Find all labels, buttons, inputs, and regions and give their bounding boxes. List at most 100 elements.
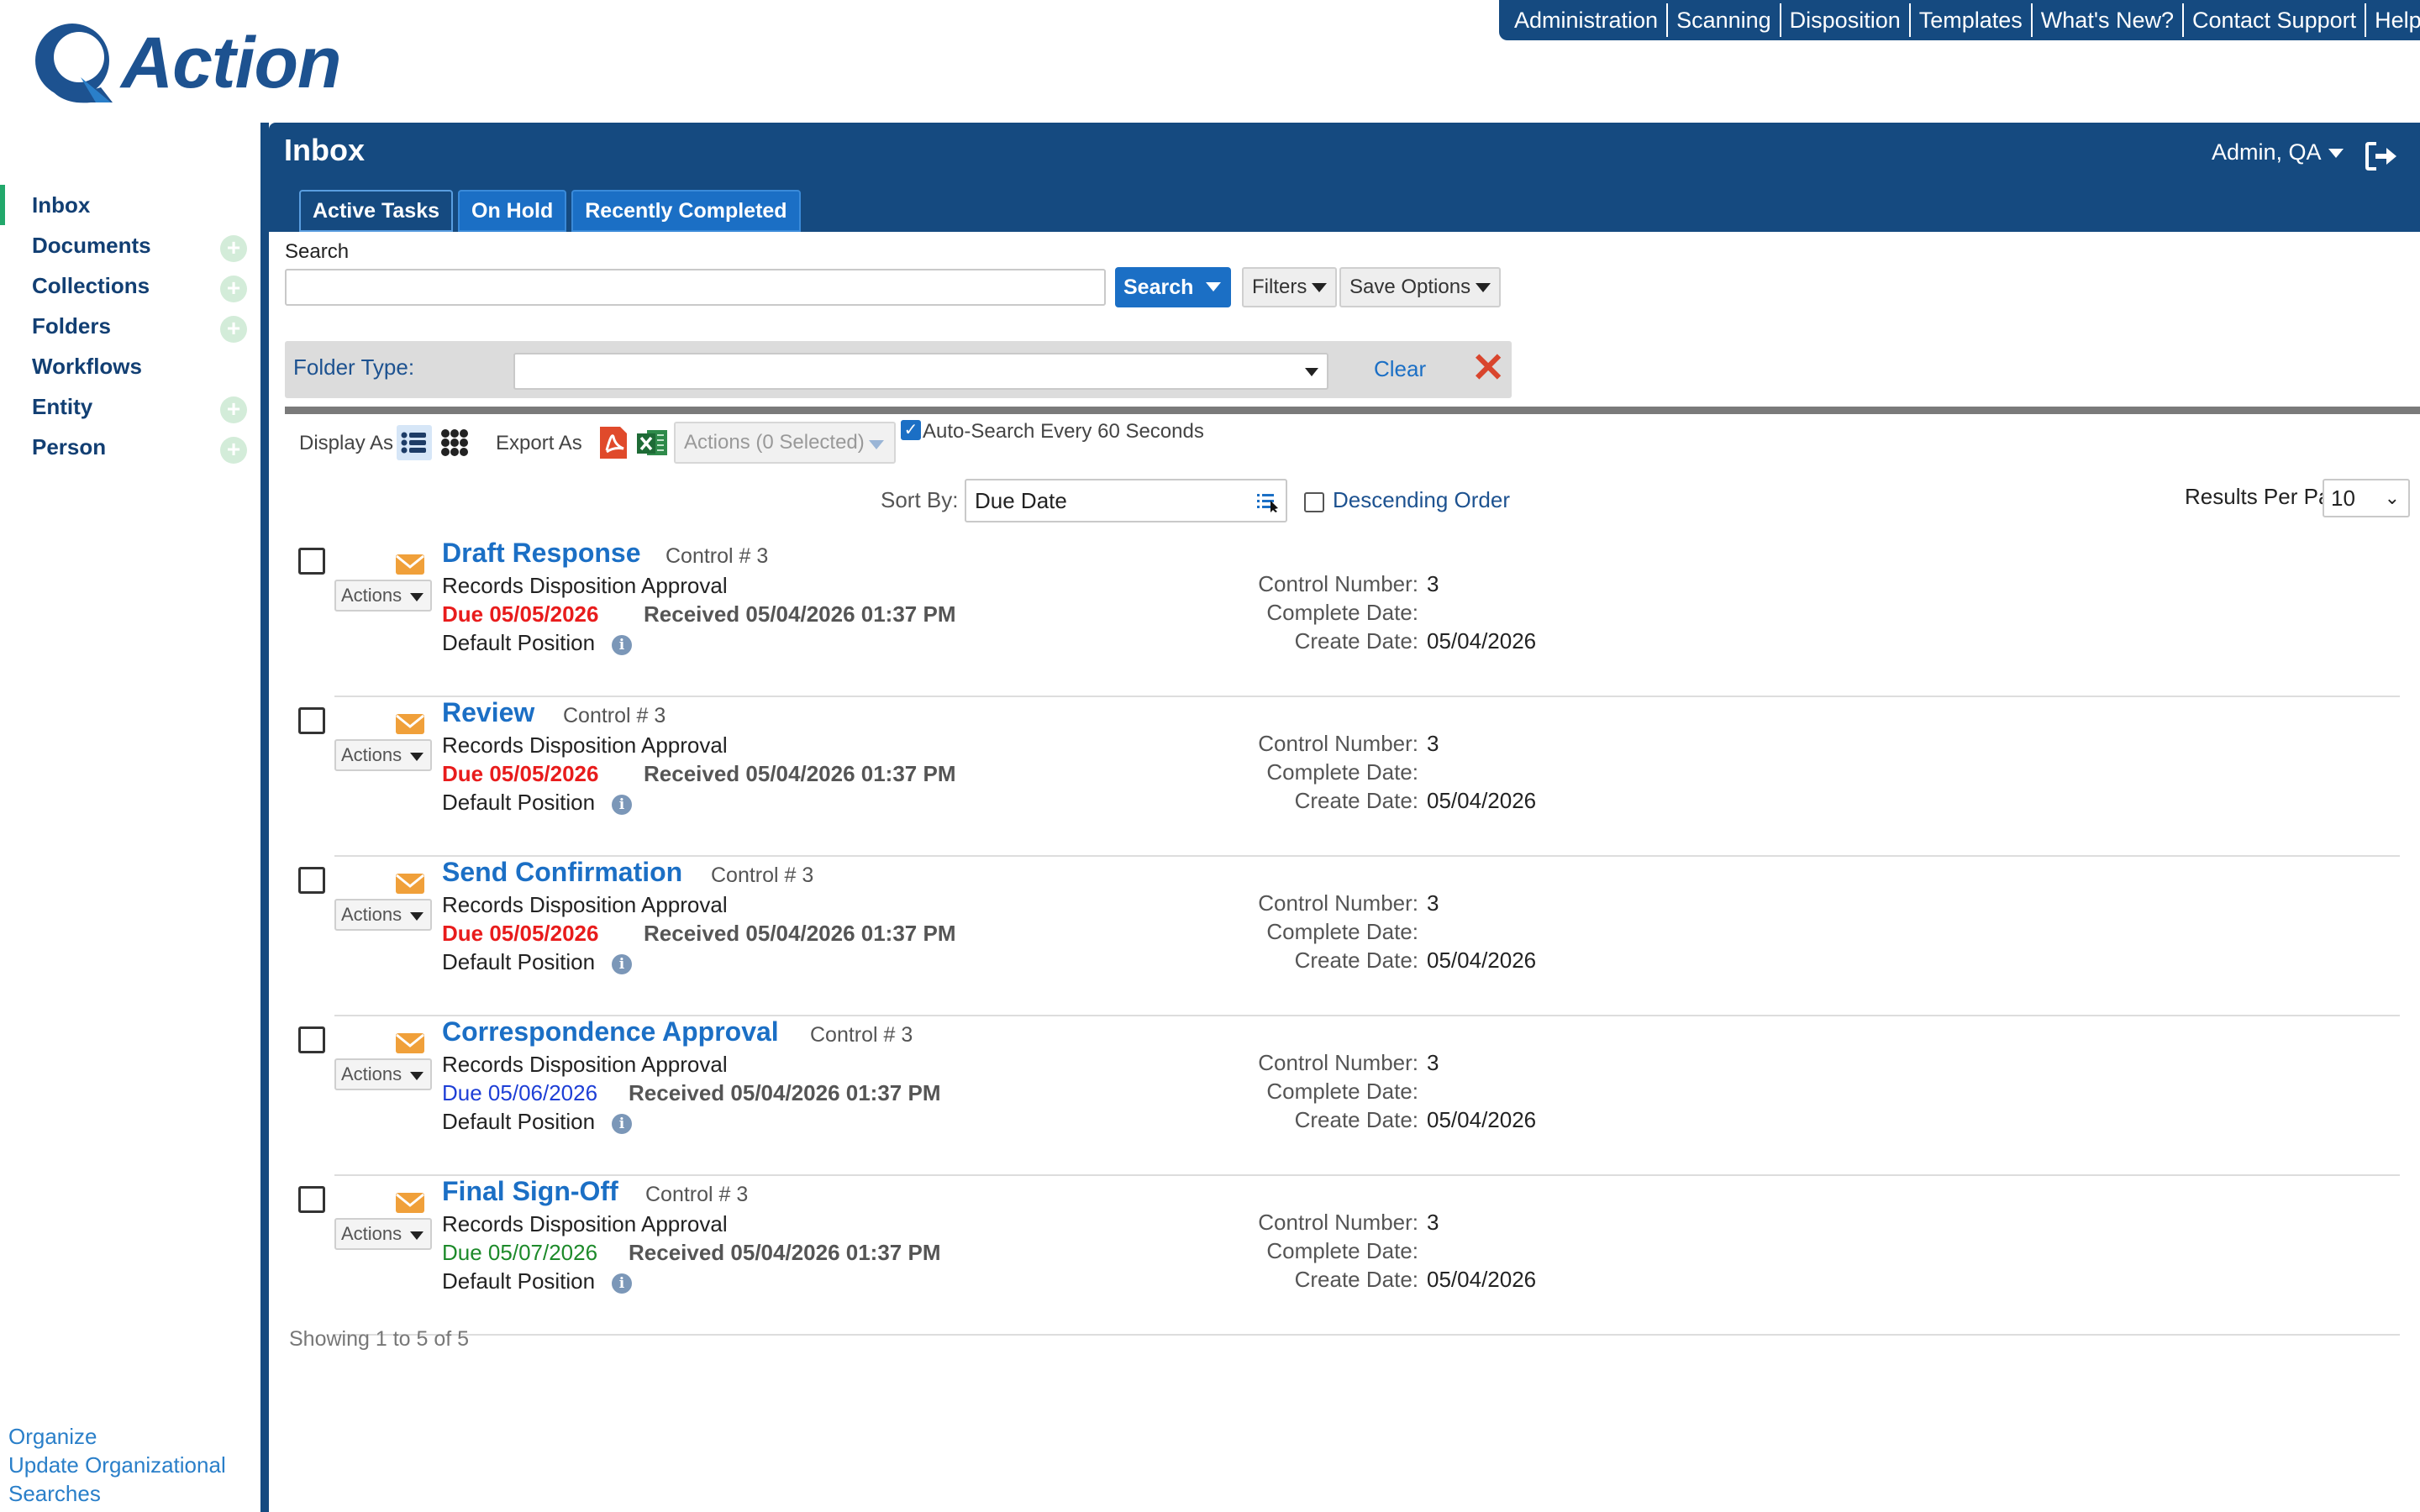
results-per-page-select[interactable]: 10 ⌄ [2323, 479, 2410, 517]
main-panel: Inbox Admin, QA Active Tasks On Hold Rec… [260, 123, 2420, 1512]
task-actions-button[interactable]: Actions [334, 739, 432, 771]
task-received-date: Received 05/04/2026 01:37 PM [644, 761, 956, 786]
task-actions-button[interactable]: Actions [334, 580, 432, 612]
list-view-icon[interactable] [397, 425, 432, 460]
sort-by-label: Sort By: [881, 487, 959, 512]
info-icon[interactable]: i [612, 795, 632, 815]
task-due-date: Due 05/06/2026 [442, 1080, 598, 1105]
task-actions-label: Actions [341, 744, 402, 765]
info-icon[interactable]: i [612, 954, 632, 974]
pdf-export-icon[interactable] [597, 425, 630, 460]
task-select-checkbox[interactable] [298, 1186, 325, 1213]
sort-list-icon[interactable] [1255, 491, 1279, 512]
sidebar-item-person[interactable]: Person + [0, 427, 252, 467]
task-subtitle: Records Disposition Approval [442, 732, 728, 758]
nav-help[interactable]: Help [2366, 3, 2420, 37]
task-select-checkbox[interactable] [298, 1026, 325, 1053]
folder-type-filter: Folder Type: Clear ✕ [285, 341, 1512, 398]
task-select-checkbox[interactable] [298, 867, 325, 894]
add-collection-icon[interactable]: + [220, 276, 247, 302]
task-actions-button[interactable]: Actions [334, 899, 432, 931]
task-received-date: Received 05/04/2026 01:37 PM [629, 1240, 941, 1265]
complete-date-label: Complete Date: [1266, 1079, 1418, 1104]
sidebar-item-label: Workflows [32, 353, 142, 379]
filters-button[interactable]: Filters [1242, 267, 1338, 307]
user-menu[interactable]: Admin, QA [2212, 139, 2344, 165]
grid-view-icon[interactable] [437, 425, 472, 460]
descending-order-checkbox[interactable] [1304, 492, 1324, 512]
bulk-actions-select[interactable]: Actions (0 Selected) [674, 422, 896, 464]
logout-icon[interactable] [2365, 141, 2398, 171]
search-input[interactable] [285, 269, 1106, 306]
export-as-label: Export As [496, 432, 582, 454]
chevron-down-icon [869, 440, 884, 449]
nav-scanning[interactable]: Scanning [1668, 3, 1781, 37]
sidebar-item-inbox[interactable]: Inbox [0, 185, 252, 225]
add-folder-icon[interactable]: + [220, 316, 247, 343]
sidebar-item-label: Documents [32, 232, 151, 258]
nav-whats-new[interactable]: What's New? [2033, 3, 2184, 37]
create-date-value: 05/04/2026 [1427, 1107, 1537, 1132]
task-title-link[interactable]: Final Sign-Off [442, 1176, 618, 1207]
task-title-link[interactable]: Review [442, 697, 534, 728]
create-date-value: 05/04/2026 [1427, 948, 1537, 973]
update-organizational-searches-link[interactable]: Update Organizational [8, 1451, 226, 1479]
folder-type-select[interactable] [513, 353, 1328, 390]
nav-templates[interactable]: Templates [1911, 3, 2033, 37]
task-received-date: Received 05/04/2026 01:37 PM [629, 1080, 941, 1105]
sidebar-item-workflows[interactable]: Workflows [0, 346, 252, 386]
tab-active-tasks[interactable]: Active Tasks [299, 190, 454, 232]
task-subtitle: Records Disposition Approval [442, 1211, 728, 1236]
nav-disposition[interactable]: Disposition [1781, 3, 1911, 37]
task-title-link[interactable]: Correspondence Approval [442, 1016, 779, 1047]
auto-search-checkbox[interactable]: ✓ [901, 420, 921, 440]
task-title-link[interactable]: Draft Response [442, 538, 641, 569]
task-title-link[interactable]: Send Confirmation [442, 857, 682, 888]
task-actions-button[interactable]: Actions [334, 1058, 432, 1090]
organize-link[interactable]: Organize [8, 1422, 226, 1451]
display-as-label: Display As [299, 432, 394, 454]
close-icon[interactable]: ✕ [1471, 344, 1505, 391]
task-due-date: Due 05/05/2026 [442, 601, 599, 627]
info-icon[interactable]: i [612, 635, 632, 655]
tab-recently-completed[interactable]: Recently Completed [571, 190, 801, 232]
task-actions-button[interactable]: Actions [334, 1218, 432, 1250]
task-select-checkbox[interactable] [298, 707, 325, 734]
info-icon[interactable]: i [612, 1114, 632, 1134]
nav-administration[interactable]: Administration [1506, 3, 1669, 37]
descending-order-label[interactable]: Descending Order [1333, 487, 1510, 513]
chevron-down-icon [1476, 282, 1491, 292]
info-icon[interactable]: i [612, 1273, 632, 1294]
sidebar-item-folders[interactable]: Folders + [0, 306, 252, 346]
pagination-summary: Showing 1 to 5 of 5 [289, 1327, 470, 1351]
control-number-value: 3 [1427, 1050, 1439, 1075]
create-date-label: Create Date: [1294, 1107, 1418, 1132]
tab-on-hold[interactable]: On Hold [458, 190, 567, 232]
sidebar-item-entity[interactable]: Entity + [0, 386, 252, 427]
user-name: Admin, QA [2212, 139, 2322, 165]
add-document-icon[interactable]: + [220, 235, 247, 262]
search-button-label: Search [1123, 275, 1194, 299]
task-received-date: Received 05/04/2026 01:37 PM [644, 601, 956, 627]
task-select-checkbox[interactable] [298, 548, 325, 575]
list-toolbar: Display As Export As Actions (0 Selected… [269, 413, 2420, 472]
search-button[interactable]: Search [1115, 267, 1231, 307]
clear-filter-link[interactable]: Clear [1374, 356, 1426, 382]
logo-text: Action [121, 23, 342, 103]
task-due-date: Due 05/05/2026 [442, 921, 599, 946]
sidebar-item-documents[interactable]: Documents + [0, 225, 252, 265]
add-person-icon[interactable]: + [220, 437, 247, 464]
excel-export-icon[interactable] [635, 425, 669, 460]
sidebar-item-collections[interactable]: Collections + [0, 265, 252, 306]
task-row: Actions Send Confirmation Control # 3 Re… [269, 857, 2420, 1016]
app-logo[interactable]: Action [30, 18, 342, 106]
update-organizational-searches-link-cont[interactable]: Searches [8, 1479, 226, 1508]
save-options-button[interactable]: Save Options [1339, 267, 1502, 307]
task-actions-label: Actions [341, 1223, 402, 1244]
chevron-down-icon[interactable] [1206, 282, 1221, 291]
sort-by-select[interactable]: Due Date [965, 479, 1287, 522]
add-entity-icon[interactable]: + [220, 396, 247, 423]
logo-q-icon [35, 24, 113, 103]
task-position: Default Position [442, 630, 596, 655]
nav-contact-support[interactable]: Contact Support [2184, 3, 2367, 37]
